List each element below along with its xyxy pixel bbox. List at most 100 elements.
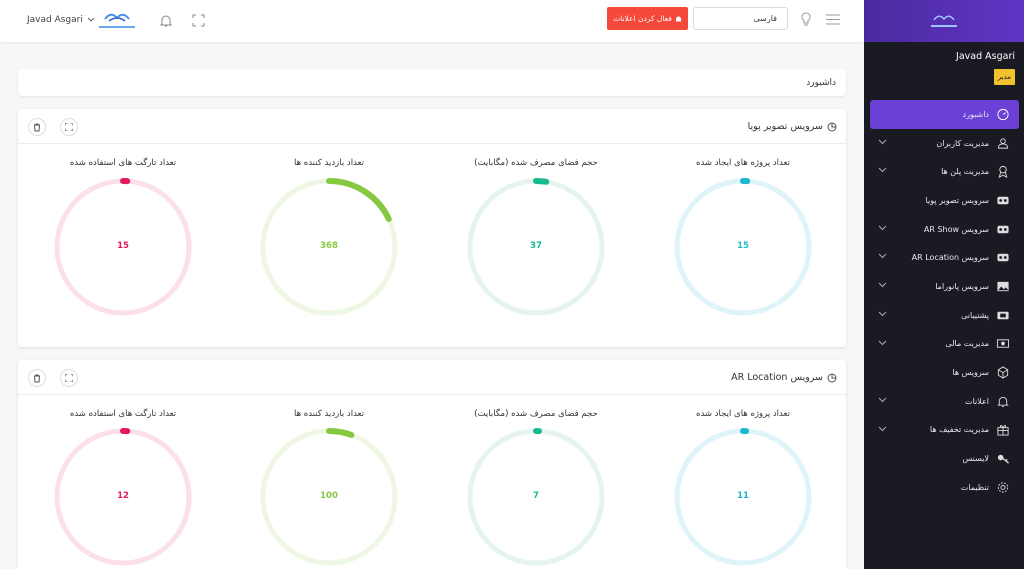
metric: تعداد تارگت های استفاده شده — [33, 409, 213, 421]
metric-value: 15 — [737, 241, 749, 251]
gift-icon — [997, 425, 1009, 436]
chevron-down-icon — [878, 311, 887, 317]
sidebar-item-label: داشبورد — [962, 109, 989, 119]
metric-label: حجم فضای مصرف شده (مگابایت) — [474, 409, 598, 419]
service-card: AR Location سرویس تعداد پروژه های ایجاد ش… — [18, 360, 846, 569]
sidebar-item[interactable]: اعلانات — [870, 387, 1019, 416]
sidebar-item-label: تنظیمات — [960, 482, 989, 492]
metarium-logo — [99, 13, 135, 28]
sidebar-item[interactable]: پشتیبانی — [870, 301, 1019, 330]
sidebar-item-label: مدیریت تخفیف ها — [929, 425, 989, 435]
image-icon — [997, 281, 1009, 292]
cube-icon — [997, 366, 1009, 379]
chevron-down-icon — [878, 426, 887, 431]
metarium-logo — [931, 15, 957, 27]
sidebar-item[interactable]: داشبورد — [870, 100, 1019, 129]
metric-label: تعداد بازدید کننده ها — [293, 409, 365, 419]
sidebar-item[interactable]: مدیریت تخفیف ها — [870, 416, 1019, 445]
chevron-down-icon — [878, 225, 887, 230]
sidebar-item[interactable]: مدیریت مالی — [870, 330, 1019, 359]
metric-label: تعداد پروژه های ایجاد شده — [696, 158, 790, 168]
sidebar-item[interactable]: مدیریت کاربران — [870, 129, 1019, 158]
money-icon — [996, 339, 1010, 349]
metric-label: حجم فضای مصرف شده (مگابایت) — [474, 158, 598, 168]
metric-label: تعداد بازدید کننده ها — [293, 158, 365, 168]
card-header: سرویس تصویر پویا — [18, 109, 846, 144]
bell-icon — [997, 396, 1009, 407]
service-card: سرویس تصویر پویا تعداد پروژه های ایجاد شد… — [18, 109, 846, 347]
sidebar-header — [864, 0, 1024, 42]
sidebar-item-label: مدیریت کاربران — [936, 138, 989, 148]
metric: تعداد بازدید کننده ها — [239, 158, 419, 170]
sidebar-user-name: Javad Asgari — [956, 51, 1015, 62]
users-icon — [997, 137, 1009, 149]
sidebar-item[interactable]: سرویس تصویر پویا — [870, 186, 1019, 215]
chevron-down-icon — [878, 168, 887, 173]
sidebar-item-label: اعلانات — [965, 396, 989, 406]
sidebar-item-label: سرویس تصویر پویا — [925, 195, 989, 205]
metric-label: تعداد تارگت های استفاده شده — [69, 158, 177, 168]
vr-icon — [997, 225, 1009, 233]
card-title: سرویس تصویر پویا — [748, 121, 837, 132]
sidebar-item[interactable]: سرویس ها — [870, 358, 1019, 387]
chevron-down-icon — [878, 397, 887, 403]
metric-label: تعداد تارگت های استفاده شده — [69, 409, 177, 419]
sidebar-item[interactable]: AR Location سرویس — [870, 243, 1019, 272]
vr-icon — [997, 254, 1009, 262]
metric-value: 15 — [117, 241, 129, 251]
fullscreen-button[interactable] — [60, 118, 78, 136]
chevron-down-icon — [878, 340, 887, 345]
gear-icon — [997, 482, 1009, 493]
metric: تعداد پروژه های ایجاد شده — [653, 158, 833, 170]
sidebar-item-label: پشتیبانی — [961, 310, 989, 320]
sidebar-item[interactable]: لایسنس — [870, 444, 1019, 473]
pie-chart-icon — [827, 122, 837, 131]
sidebar-item-label: سرویس ها — [952, 368, 989, 378]
metric: تعداد تارگت های استفاده شده — [33, 158, 213, 170]
sidebar-item[interactable]: سرویس پانوراما — [870, 272, 1019, 301]
metric-value: 12 — [117, 491, 129, 501]
metric-value: 100 — [320, 491, 338, 501]
sidebar: Javad Asgari مدیر داشبورد مدیریت کاربران م… — [864, 0, 1024, 569]
key-icon — [997, 454, 1010, 464]
metric: حجم فضای مصرف شده (مگابایت) — [446, 409, 626, 421]
trash-icon — [34, 374, 40, 382]
chevron-down-icon — [878, 254, 887, 259]
enable-notifications-button[interactable]: فعال کردن اعلانات — [607, 7, 688, 30]
metric: حجم فضای مصرف شده (مگابایت) — [446, 158, 626, 170]
menu-icon[interactable] — [826, 14, 840, 25]
sidebar-item[interactable]: تنظیمات — [870, 473, 1019, 502]
vr-icon — [997, 196, 1009, 205]
chevron-down-icon — [87, 17, 95, 22]
sidebar-item-label: مدیریت مالی — [945, 339, 989, 349]
top-bar: Javad Asgari فعال کردن اعلانات فارسی — [0, 0, 864, 42]
expand-icon — [65, 123, 73, 131]
card-header: AR Location سرویس — [18, 360, 846, 395]
metric: تعداد بازدید کننده ها — [239, 409, 419, 421]
card-title: AR Location سرویس — [731, 372, 837, 383]
breadcrumb: داشبورد — [18, 69, 846, 96]
role-badge: مدیر — [993, 69, 1015, 85]
expand-icon — [65, 374, 73, 382]
sidebar-item-label: مدیریت پلن ها — [941, 167, 989, 177]
delete-button[interactable] — [28, 118, 46, 136]
bell-icon[interactable] — [159, 13, 173, 28]
user-menu[interactable]: Javad Asgari — [27, 15, 95, 25]
delete-button[interactable] — [28, 369, 46, 387]
language-select[interactable]: فارسی — [693, 7, 788, 30]
sidebar-item[interactable]: AR Show سرویس — [870, 215, 1019, 244]
sidebar-item-label: سرویس پانوراما — [935, 281, 989, 291]
sidebar-item-label: لایسنس — [962, 454, 989, 464]
metric: تعداد پروژه های ایجاد شده — [653, 409, 833, 421]
sidebar-item-label: AR Show سرویس — [923, 224, 989, 234]
sidebar-item[interactable]: مدیریت پلن ها — [870, 157, 1019, 186]
fullscreen-button[interactable] — [60, 369, 78, 387]
award-icon — [998, 166, 1008, 179]
breadcrumb-current: داشبورد — [806, 77, 836, 88]
pie-chart-icon — [827, 373, 837, 382]
fullscreen-icon[interactable] — [192, 14, 205, 27]
metric-value: 37 — [530, 241, 542, 251]
dashboard-icon — [997, 108, 1009, 120]
chevron-down-icon — [878, 282, 887, 288]
lightbulb-icon[interactable] — [800, 12, 812, 27]
